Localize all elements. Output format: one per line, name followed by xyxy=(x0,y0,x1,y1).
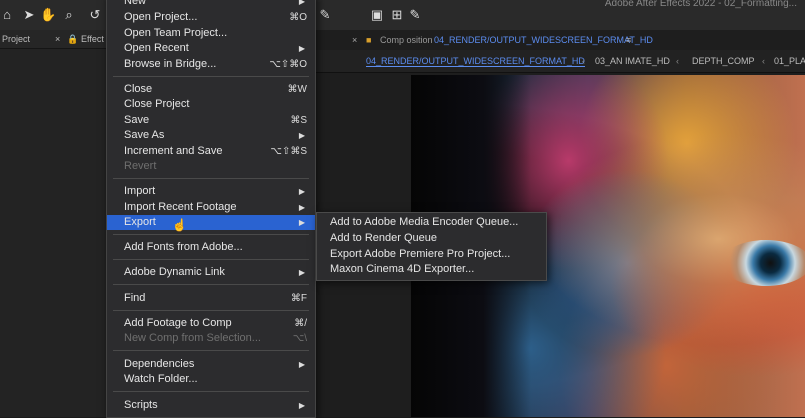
menu-item-new[interactable]: New ▶ xyxy=(107,0,315,9)
tab-render-output[interactable]: 04_RENDER/OUTPUT_WIDESCREEN_FORMAT_HD xyxy=(366,56,585,67)
composition-name: 04_RENDER/OUTPUT_WIDESCREEN_FORMAT_HD xyxy=(434,35,653,45)
menu-item-increment-and-save[interactable]: Increment and Save ⌥⇧⌘S xyxy=(107,144,315,159)
chevron-left-icon: ‹ xyxy=(676,56,679,66)
zoom-tool-icon[interactable]: ⌕ xyxy=(62,8,76,22)
menu-separator xyxy=(113,350,309,351)
chevron-left-icon: ‹ xyxy=(582,56,585,66)
panel-tabs: Project × 🔒 Effect xyxy=(0,30,106,49)
menu-item-browse-in-bridge[interactable]: Browse in Bridge... ⌥⇧⌘O xyxy=(107,57,315,72)
menu-item-add-to-render-queue[interactable]: Add to Render Queue xyxy=(330,231,437,246)
menu-item-save-as[interactable]: Save As ▶ xyxy=(107,128,315,143)
pin-tool-icon[interactable]: ✎ xyxy=(318,8,332,22)
grid-icon[interactable]: ⊞ xyxy=(390,8,404,22)
menu-item-find[interactable]: Find ⌘F xyxy=(107,291,315,306)
close-icon[interactable]: × xyxy=(55,34,60,44)
app-title: Adobe After Effects 2022 - 02_Formatting… xyxy=(604,0,797,9)
chevron-right-icon: ▶ xyxy=(298,203,305,212)
panel-menu-icon[interactable]: ≡ xyxy=(626,35,631,45)
menu-item-import[interactable]: Import ▶ xyxy=(107,184,315,199)
rotate-tool-icon[interactable]: ↺ xyxy=(88,8,102,22)
mouse-cursor-icon: ☝ xyxy=(172,218,187,232)
menu-item-watch-folder[interactable]: Watch Folder... xyxy=(107,372,315,387)
chevron-right-icon: ▶ xyxy=(298,360,305,369)
hand-tool-icon[interactable]: ✋ xyxy=(40,8,56,22)
menu-separator xyxy=(113,284,309,285)
composition-prefix: Comp osition xyxy=(380,35,433,45)
tab-animate-hd[interactable]: 03_AN IMATE_HD xyxy=(595,56,670,66)
menu-item-open-recent[interactable]: Open Recent ▶ xyxy=(107,41,315,56)
menu-separator xyxy=(113,259,309,260)
menu-item-cinema-4d-exporter[interactable]: Maxon Cinema 4D Exporter... xyxy=(330,262,474,277)
chevron-left-icon: ‹ xyxy=(762,56,765,66)
chevron-right-icon: ▶ xyxy=(298,268,305,277)
composition-header: × ■ Comp osition 04_RENDER/OUTPUT_WIDESC… xyxy=(314,30,805,50)
menu-item-open-team-project[interactable]: Open Team Project... xyxy=(107,26,315,41)
menu-separator xyxy=(113,391,309,392)
menu-item-add-fonts-from-adobe[interactable]: Add Fonts from Adobe... xyxy=(107,240,315,255)
chevron-right-icon: ▶ xyxy=(298,0,305,6)
composition-tabs: 04_RENDER/OUTPUT_WIDESCREEN_FORMAT_HD ‹ … xyxy=(314,50,805,73)
lock-icon[interactable]: 🔒 xyxy=(67,34,78,45)
menu-separator xyxy=(113,76,309,77)
menu-item-dependencies[interactable]: Dependencies ▶ xyxy=(107,357,315,372)
menu-item-close[interactable]: Close ⌘W xyxy=(107,82,315,97)
menu-separator xyxy=(113,178,309,179)
menu-item-export[interactable]: Export ▶ xyxy=(107,215,315,230)
menu-item-open-project[interactable]: Open Project... ⌘O xyxy=(107,10,315,25)
project-panel: Project × 🔒 Effect xyxy=(0,30,107,417)
menu-item-export-premiere-pro-project[interactable]: Export Adobe Premiere Pro Project... xyxy=(330,247,510,262)
menu-item-new-comp-from-selection: New Comp from Selection... ⌥\ xyxy=(124,332,307,344)
selection-tool-icon[interactable]: ➤ xyxy=(22,8,36,22)
tab-plate[interactable]: 01_PLA xyxy=(774,56,805,66)
close-icon[interactable]: × xyxy=(352,35,357,45)
lock-icon[interactable]: ■ xyxy=(366,35,371,45)
tab-effects[interactable]: Effect xyxy=(81,34,104,44)
tab-project[interactable]: Project xyxy=(2,34,30,44)
brush-icon[interactable]: ✎ xyxy=(408,8,422,22)
chevron-right-icon: ▶ xyxy=(298,44,305,53)
snapping-icon[interactable]: ▣ xyxy=(370,8,384,22)
menu-item-adobe-dynamic-link[interactable]: Adobe Dynamic Link ▶ xyxy=(107,265,315,280)
menu-item-add-footage-to-comp[interactable]: Add Footage to Comp ⌘/ xyxy=(107,316,315,331)
export-submenu: Add to Adobe Media Encoder Queue... Add … xyxy=(316,212,547,281)
menu-item-import-recent-footage[interactable]: Import Recent Footage ▶ xyxy=(107,200,315,215)
menu-item-revert: Revert xyxy=(124,160,157,172)
home-icon[interactable]: ⌂ xyxy=(0,8,14,22)
chevron-right-icon: ▶ xyxy=(298,131,305,140)
menu-item-add-to-media-encoder-queue[interactable]: Add to Adobe Media Encoder Queue... xyxy=(330,215,518,230)
menu-item-close-project[interactable]: Close Project xyxy=(107,97,315,112)
menu-item-save[interactable]: Save ⌘S xyxy=(107,113,315,128)
viewer-image-eye xyxy=(721,240,805,286)
file-menu: New ▶ Open Project... ⌘O Open Team Project… xyxy=(106,0,316,418)
tab-depth-comp[interactable]: DEPTH_COMP xyxy=(692,56,755,66)
menu-separator xyxy=(113,310,309,311)
chevron-right-icon: ▶ xyxy=(298,187,305,196)
chevron-right-icon: ▶ xyxy=(298,401,305,410)
menu-item-scripts[interactable]: Scripts ▶ xyxy=(107,398,315,413)
chevron-right-icon: ▶ xyxy=(298,218,305,227)
menu-separator xyxy=(113,234,309,235)
